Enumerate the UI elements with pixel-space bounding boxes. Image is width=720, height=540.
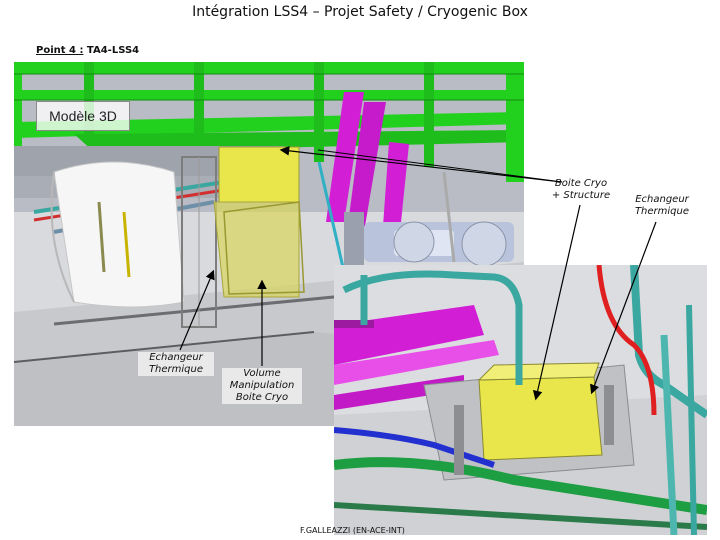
slide-title: Intégration LSS4 – Projet Safety / Cryog… [192,4,528,20]
annotation-line: Echangeur [635,194,689,205]
annotation-line: Manipulation [229,380,295,391]
annotation-volume-manipulation: Volume Manipulation Boite Cryo [222,368,302,404]
subtitle-point: Point 4 : [36,45,84,56]
annotation-line: Thermique [634,206,690,217]
annotation-line: Boite Cryo [235,392,289,403]
closeup-render-drawing [334,265,707,535]
model-3d-label: Modèle 3D [36,101,130,131]
subtitle-location: TA4-LSS4 [83,45,140,56]
annotation-line: Volume [243,368,281,379]
cryo-box-closeup-render [334,265,707,535]
footer-author: F.GALLEAZZI (EN-ACE-INT) [300,526,405,535]
annotation-line: Thermique [148,364,204,375]
annotation-boite-cryo-structure: Boite Cryo + Structure [545,178,617,202]
annotation-line: Boite Cryo [554,178,608,189]
annotation-echangeur-left: Echangeur Thermique [138,352,214,376]
annotation-line: Echangeur [149,352,203,363]
slide-subtitle: Point 4 : TA4-LSS4 [36,45,139,56]
annotation-line: + Structure [551,190,611,201]
annotation-echangeur-right: Echangeur Thermique [626,194,698,218]
